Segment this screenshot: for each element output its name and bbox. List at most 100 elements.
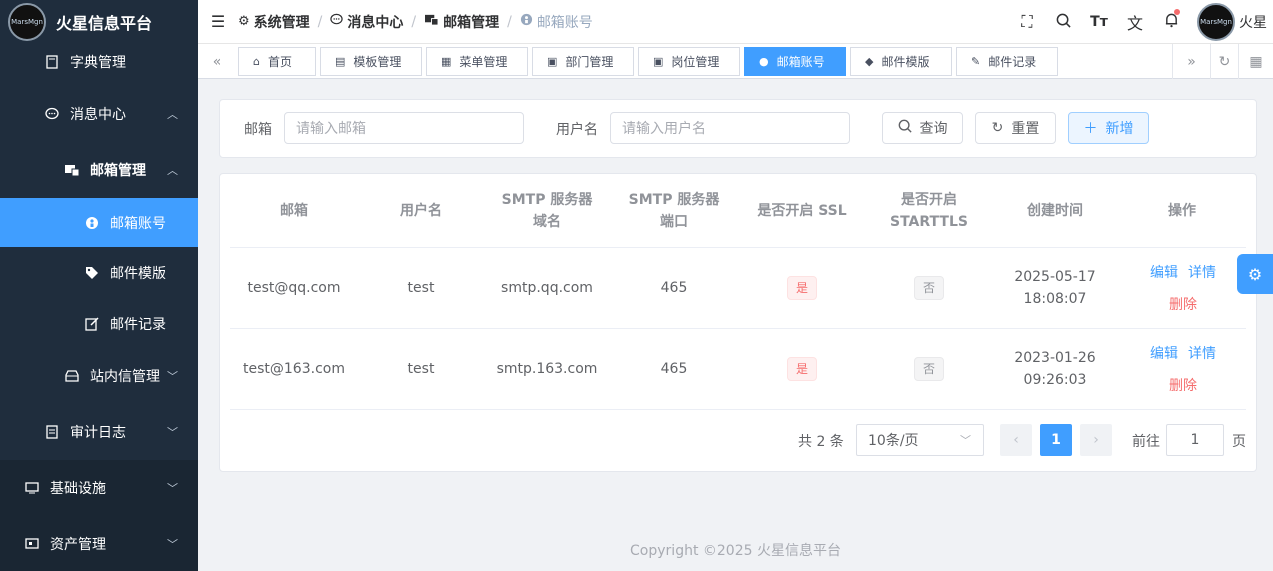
cell-starttls: 否: [866, 248, 992, 328]
tab-mail-account[interactable]: ● 邮箱账号: [744, 47, 846, 76]
grid-icon: ▦: [441, 55, 452, 68]
fullscreen-icon[interactable]: ⛶: [1009, 12, 1045, 32]
font-size-icon[interactable]: Tт: [1081, 14, 1117, 30]
page-number-current[interactable]: 1: [1040, 424, 1072, 456]
sidebar-item-mail-account[interactable]: 邮箱账号: [0, 198, 198, 247]
search-icon[interactable]: [1045, 13, 1081, 32]
edit-link[interactable]: 编辑: [1150, 262, 1178, 282]
tab-post[interactable]: ▣ 岗位管理: [638, 47, 740, 76]
delete-link[interactable]: 删除: [1169, 375, 1197, 395]
username-input[interactable]: 请输入用户名: [610, 112, 850, 144]
sidebar-item-label: 邮件记录: [110, 317, 166, 333]
id-card-icon: ▣: [547, 55, 558, 68]
tab-dept[interactable]: ▣ 部门管理: [532, 47, 634, 76]
translate-icon[interactable]: 文: [1117, 10, 1153, 34]
query-button[interactable]: 查询: [882, 112, 963, 144]
sidebar-item-dict[interactable]: 字典管理: [0, 44, 198, 79]
delete-link[interactable]: 删除: [1169, 294, 1197, 314]
chevron-right-icon: ›: [1093, 432, 1099, 448]
monitor-icon: [24, 480, 40, 496]
gear-icon: ⚙: [1247, 264, 1263, 284]
edit-icon: ✎: [971, 55, 981, 68]
add-button[interactable]: ＋ 新增: [1068, 112, 1149, 144]
sidebar-item-asset[interactable]: 资产管理 ﹀: [0, 516, 198, 571]
created-date: 2023-01-26: [1014, 350, 1096, 366]
breadcrumb-current: 邮箱账号: [536, 14, 593, 31]
row-divider: [230, 409, 1246, 410]
breadcrumb-separator: /: [317, 13, 323, 30]
reset-button[interactable]: ↻ 重置: [975, 112, 1056, 144]
chat-icon: [330, 13, 344, 30]
sidebar-item-infra[interactable]: 基础设施 ﹀: [0, 460, 198, 516]
sidebar-item-mail-template[interactable]: 邮件模版: [0, 248, 198, 298]
button-label: 重置: [1011, 121, 1040, 137]
breadcrumb-item[interactable]: 消息中心: [347, 12, 403, 32]
breadcrumb: ⚙ 系统管理 / 消息中心 / 邮箱管理 / 邮箱账号: [238, 12, 593, 32]
cell-port: 465: [660, 280, 688, 296]
created-date: 2025-05-17: [1014, 269, 1096, 285]
tab-label: 菜单管理: [459, 55, 508, 69]
grid-menu-icon[interactable]: ▦: [1238, 44, 1273, 79]
breadcrumb-item[interactable]: 系统管理: [254, 12, 310, 32]
cell-username: test: [407, 361, 435, 377]
status-badge: 是: [786, 276, 817, 300]
breadcrumb-item[interactable]: 邮箱管理: [443, 12, 499, 32]
cell-starttls: 否: [866, 329, 992, 409]
table-header: 邮箱 用户名 SMTP 服务器域名 SMTP 服务器端口 是否开启 SSL 是否…: [220, 174, 1256, 247]
bell-icon[interactable]: [1153, 9, 1189, 32]
username[interactable]: 火星: [1239, 12, 1267, 32]
button-label: 查询: [919, 121, 948, 137]
goto-page-input[interactable]: 1: [1166, 424, 1224, 456]
prev-page-button[interactable]: ‹: [1000, 424, 1032, 456]
avatar[interactable]: MarsMgn: [1197, 3, 1235, 41]
breadcrumb-separator: /: [411, 13, 417, 30]
home-icon: ⌂: [253, 55, 260, 68]
chevron-up-icon: ︿: [167, 164, 178, 177]
email-input[interactable]: 请输入邮箱: [284, 112, 524, 144]
cell-port: 465: [660, 361, 688, 377]
cell-email: test@163.com: [243, 361, 345, 377]
cell-ssl: 是: [738, 329, 866, 409]
mail-server-icon: [424, 13, 439, 30]
settings-float-button[interactable]: ⚙: [1237, 254, 1273, 294]
button-label: 新增: [1105, 121, 1134, 137]
cell-created: 2023-01-26 09:26:03: [992, 329, 1118, 409]
logo-area[interactable]: MarsMgn 火星信息平台: [0, 0, 198, 44]
refresh-icon[interactable]: ↻: [1210, 44, 1238, 79]
page-size-select[interactable]: 10条/页 ﹀: [856, 424, 984, 456]
tab-label: 邮件模版: [881, 55, 930, 69]
page-size-value: 10条/页: [868, 433, 919, 449]
gear-icon: ⚙: [238, 14, 250, 29]
tab-home[interactable]: ⌂ 首页: [238, 47, 316, 76]
cell-email: test@qq.com: [247, 280, 341, 296]
edit-link[interactable]: 编辑: [1150, 343, 1178, 363]
tab-label: 部门管理: [565, 55, 614, 69]
plus-icon: ＋: [1083, 121, 1098, 137]
tab-menu[interactable]: ▦ 菜单管理: [426, 47, 528, 76]
sidebar-item-mail-log[interactable]: 邮件记录: [0, 299, 198, 349]
sidebar-item-label: 审计日志: [70, 425, 126, 441]
double-left-icon[interactable]: «: [198, 44, 236, 79]
sidebar-item-audit[interactable]: 审计日志 ﹀: [0, 406, 198, 458]
detail-link[interactable]: 详情: [1188, 262, 1216, 282]
email-label: 邮箱: [244, 122, 272, 138]
hamburger-icon[interactable]: ☰: [198, 12, 238, 31]
cell-username: test: [407, 280, 435, 296]
sidebar-item-message-center[interactable]: 消息中心 ︿: [0, 88, 198, 140]
tab-mail-template[interactable]: ◆ 邮件模版: [850, 47, 952, 76]
tab-mail-log[interactable]: ✎ 邮件记录: [956, 47, 1058, 76]
cell-ssl: 是: [738, 248, 866, 328]
total-count: 共 2 条: [798, 434, 844, 450]
double-right-icon[interactable]: »: [1172, 44, 1210, 79]
sidebar-item-mail-manage[interactable]: 邮箱管理 ︿: [0, 144, 198, 196]
detail-link[interactable]: 详情: [1188, 343, 1216, 363]
column-header: 是否开启 STARTTLS: [890, 191, 968, 230]
sidebar-item-label: 邮箱管理: [90, 163, 146, 179]
sidebar-item-label: 站内信管理: [90, 369, 160, 385]
sidebar-item-notify[interactable]: 站内信管理 ﹀: [0, 350, 198, 402]
next-page-button[interactable]: ›: [1080, 424, 1112, 456]
goto-suffix: 页: [1232, 434, 1246, 450]
cell-created: 2025-05-17 18:08:07: [992, 248, 1118, 328]
tab-template[interactable]: ▤ 模板管理: [320, 47, 422, 76]
search-icon: [898, 119, 912, 137]
